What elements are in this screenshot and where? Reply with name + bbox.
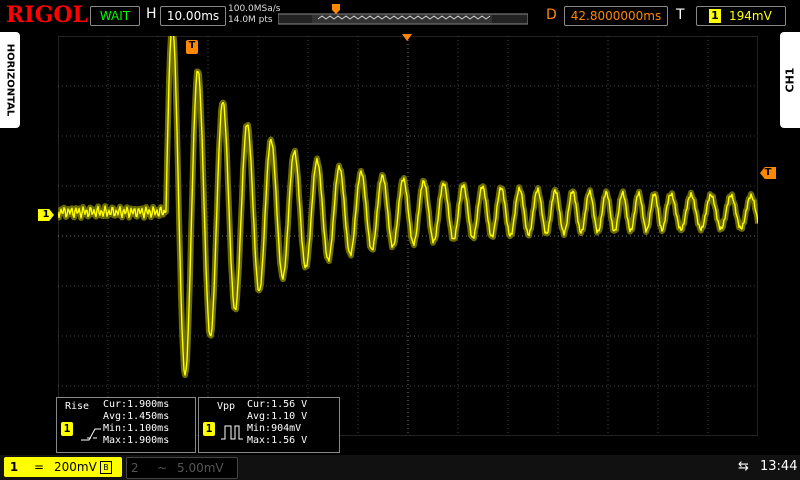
ch1-menu-tab[interactable]: CH1 bbox=[780, 32, 800, 128]
ch1-number: 1 bbox=[9, 460, 19, 474]
waveform-canvas bbox=[58, 36, 758, 436]
ch2-settings[interactable]: 2 ~ 5.00mV bbox=[126, 457, 238, 479]
trigger-edge-icon: 1 bbox=[709, 9, 721, 23]
horizontal-tab-label: HORIZONTAL bbox=[4, 43, 16, 117]
left-sidebar: HORIZONTAL bbox=[0, 32, 22, 458]
measurement-vpp[interactable]: Vpp 1 Cur:1.56 V Avg:1.10 V Min:904mV Ma… bbox=[198, 397, 340, 453]
trigger-position-marker[interactable]: T bbox=[186, 40, 198, 54]
ch1-offset-marker[interactable]: 1 bbox=[38, 209, 54, 221]
measurement-name: Vpp bbox=[217, 401, 236, 412]
measurement-name: Rise bbox=[65, 401, 90, 412]
measurement-values: Cur:1.56 V Avg:1.10 V Min:904mV Max:1.56… bbox=[247, 399, 307, 447]
horizontal-label: H bbox=[146, 6, 157, 22]
measurement-source-badge: 1 bbox=[61, 422, 73, 436]
clock: 13:44 bbox=[760, 459, 798, 474]
measurement-values: Cur:1.900ms Avg:1.450ms Min:1.100ms Max:… bbox=[103, 399, 169, 447]
measurement-cur: Cur:1.900ms bbox=[103, 399, 170, 410]
memory-position-map[interactable] bbox=[278, 4, 528, 26]
measurement-max: Max:1.900ms bbox=[103, 435, 170, 446]
measurement-avg: Avg:1.450ms bbox=[103, 411, 170, 422]
trigger-position-label: T bbox=[188, 40, 196, 51]
vpp-pulse-icon bbox=[221, 425, 243, 440]
delay-value[interactable]: 42.8000000ms bbox=[564, 6, 668, 26]
rigol-logo: RIGOL bbox=[6, 2, 88, 28]
right-sidebar: CH1 bbox=[778, 32, 800, 458]
run-status-badge[interactable]: WAIT bbox=[90, 6, 140, 26]
rise-edge-icon bbox=[81, 428, 101, 441]
timebase-value[interactable]: 10.00ms bbox=[160, 6, 226, 26]
ch2-coupling-icon: ~ bbox=[157, 461, 168, 475]
sample-rate-info: 100.0MSa/s 14.0M pts bbox=[228, 4, 280, 26]
center-delay-marker bbox=[402, 34, 412, 41]
trigger-level-label: T bbox=[764, 167, 772, 178]
measurement-max: Max:1.56 V bbox=[247, 435, 308, 446]
memory-trigger-icon bbox=[332, 4, 340, 14]
ch2-number: 2 bbox=[131, 461, 139, 475]
ch1-coupling-icon: = bbox=[34, 460, 45, 474]
ch1-scale: 200mV bbox=[54, 460, 97, 474]
waveform-display[interactable] bbox=[58, 36, 758, 436]
measurement-cur: Cur:1.56 V bbox=[247, 399, 308, 410]
measurement-min: Min:1.100ms bbox=[103, 423, 170, 434]
trigger-level-box[interactable]: 1 194mV bbox=[696, 6, 786, 26]
measurement-source-badge: 1 bbox=[203, 422, 215, 436]
sample-rate: 100.0MSa/s bbox=[228, 4, 281, 14]
memory-depth: 14.0M pts bbox=[228, 15, 273, 25]
trigger-level-value: 194mV bbox=[729, 9, 772, 23]
trigger-level-marker[interactable]: T bbox=[760, 167, 776, 179]
usb-icon: ⇆ bbox=[738, 459, 749, 474]
trigger-label: T bbox=[676, 7, 685, 23]
ch1-offset-label: 1 bbox=[42, 209, 50, 220]
ch1-tab-label: CH1 bbox=[783, 67, 797, 93]
measurement-min: Min:904mV bbox=[247, 423, 302, 434]
ch1-settings[interactable]: 1 = 200mV B bbox=[4, 457, 122, 477]
bottom-channel-bar: 1 = 200mV B 2 ~ 5.00mV ⇆ 13:44 bbox=[0, 455, 800, 480]
bandwidth-limit-icon: B bbox=[100, 461, 112, 474]
delay-label: D bbox=[546, 7, 557, 23]
top-status-bar: RIGOL WAIT H 10.00ms 100.0MSa/s 14.0M pt… bbox=[0, 0, 800, 32]
measurement-avg: Avg:1.10 V bbox=[247, 411, 308, 422]
measurement-rise[interactable]: Rise 1 Cur:1.900ms Avg:1.450ms Min:1.100… bbox=[56, 397, 196, 453]
horizontal-menu-tab[interactable]: HORIZONTAL bbox=[0, 32, 20, 128]
ch2-scale: 5.00mV bbox=[177, 461, 224, 475]
